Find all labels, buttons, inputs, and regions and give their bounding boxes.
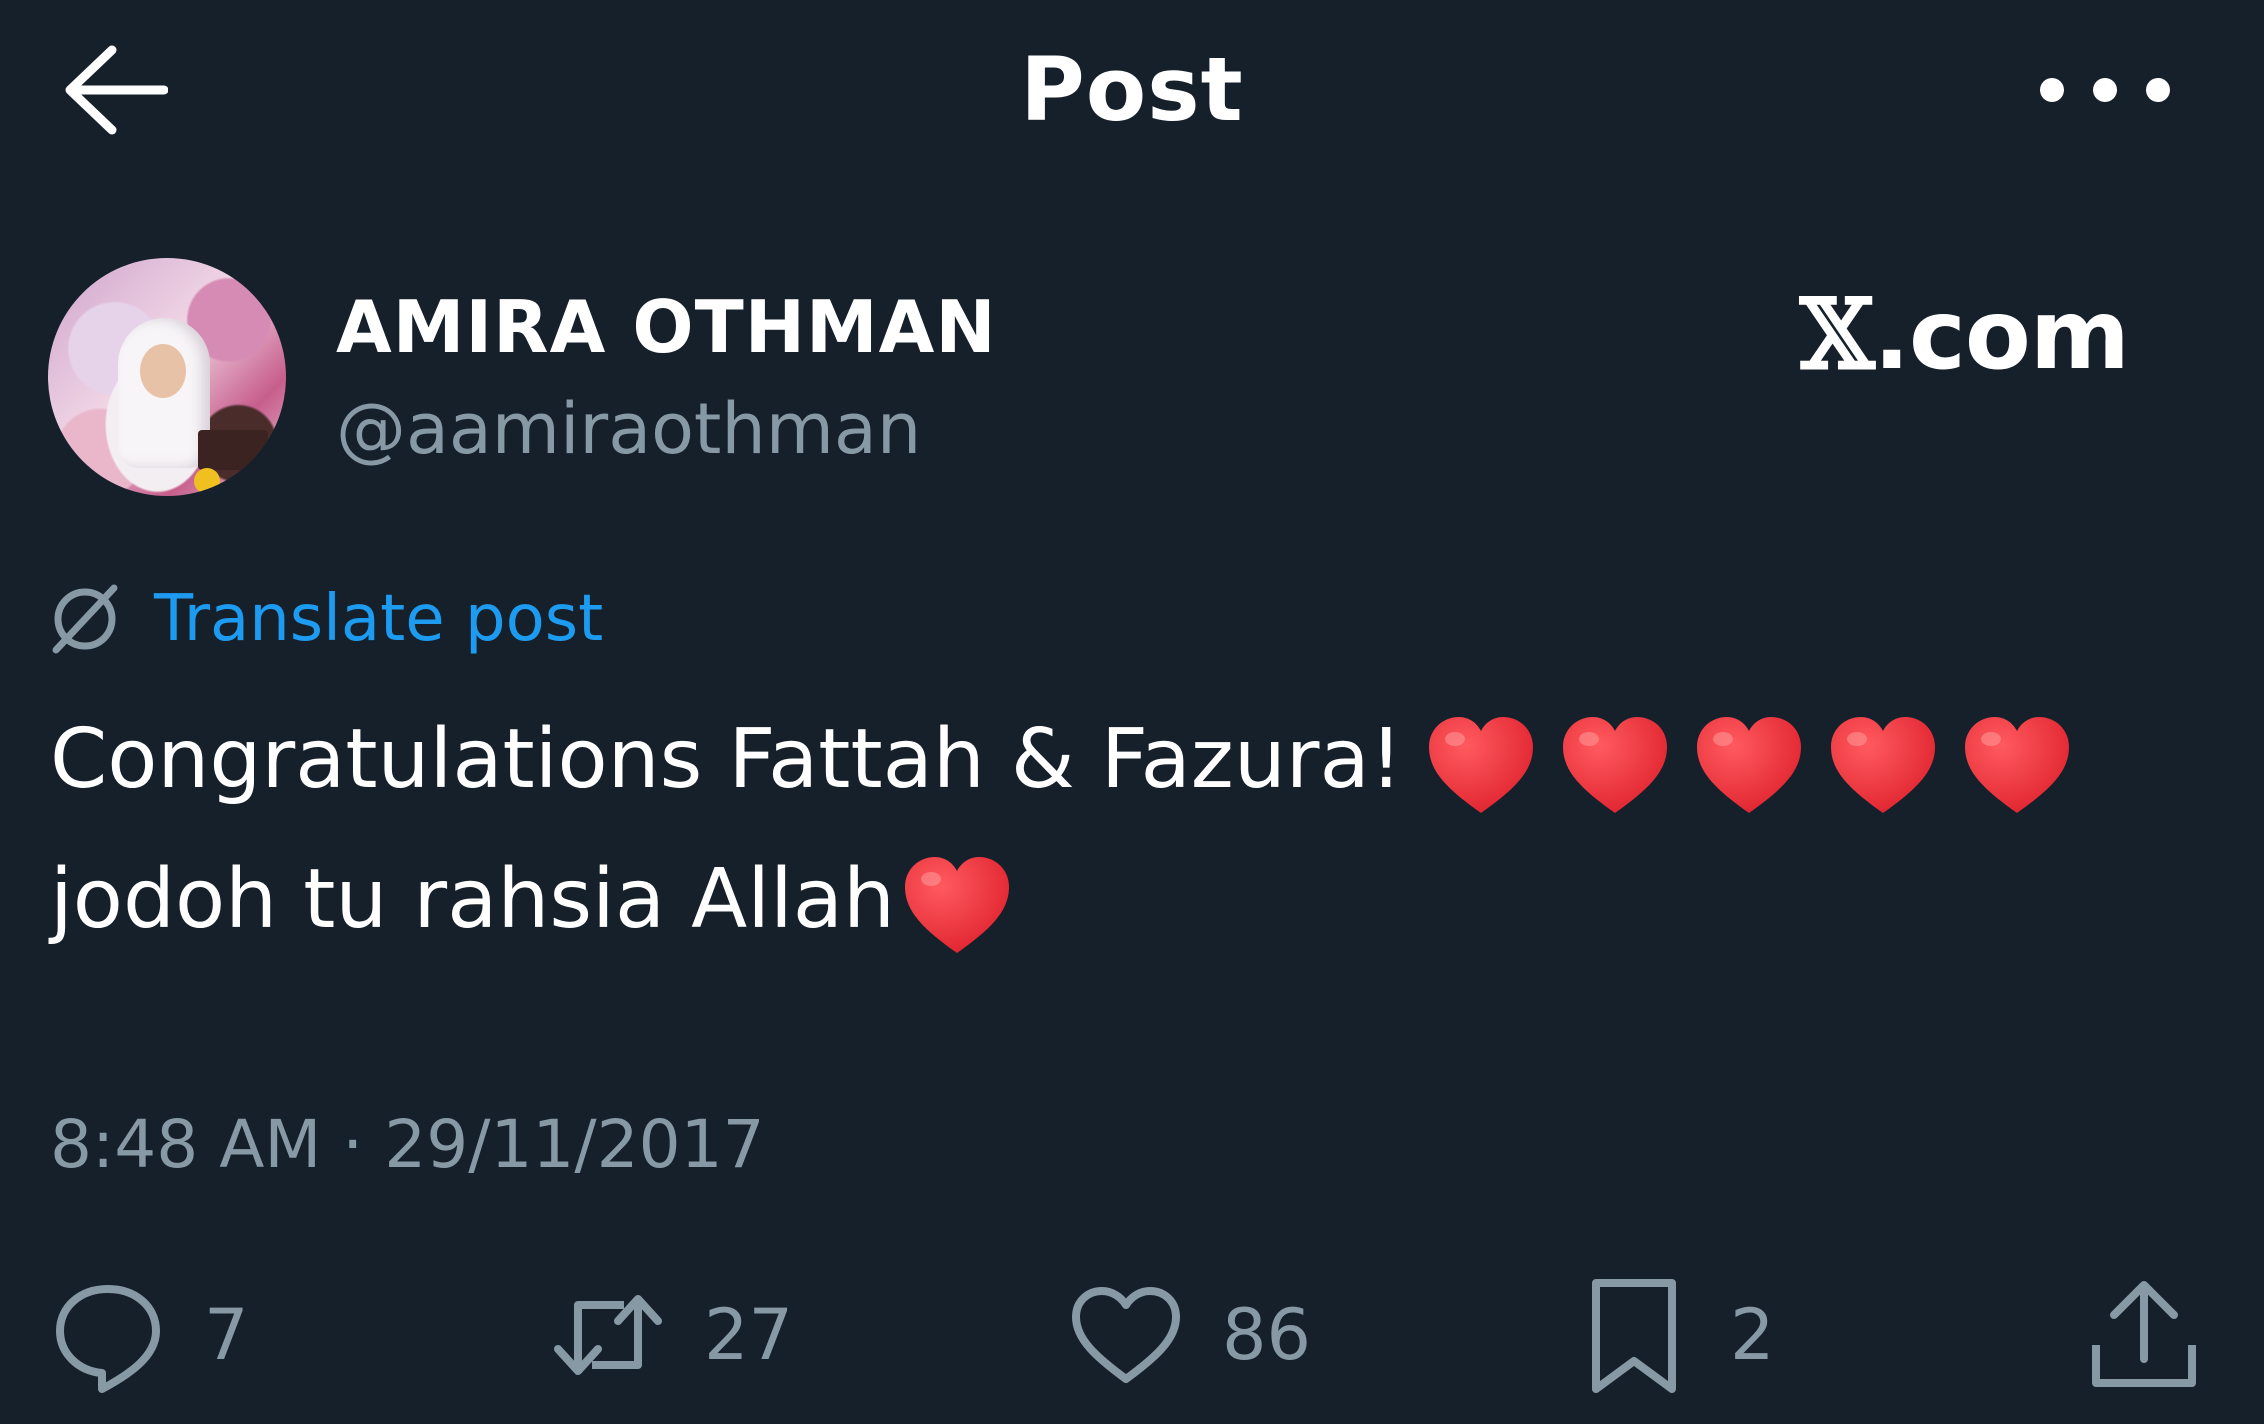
- more-horizontal-icon: [2040, 78, 2064, 102]
- translate-globe-icon: [52, 584, 118, 654]
- translate-post-label: Translate post: [154, 582, 604, 656]
- heart-emoji-group: [1403, 690, 2073, 830]
- post-timestamp[interactable]: 8:48 AM · 29/11/2017: [50, 1100, 765, 1190]
- watermark-text: .com: [1873, 279, 2129, 391]
- x-logo-icon: 𝕏: [1800, 278, 1874, 391]
- more-options-button[interactable]: [2040, 60, 2170, 120]
- tweet-line-1: Congratulations Fattah & Fazura!: [50, 690, 2230, 830]
- heart-emoji-group: [895, 830, 1013, 970]
- repost-button[interactable]: 27: [548, 1270, 793, 1400]
- tweet-line-2: jodoh tu rahsia Allah: [50, 830, 2230, 970]
- like-count: 86: [1222, 1294, 1312, 1376]
- x-com-watermark: 𝕏.com: [1800, 278, 2130, 391]
- avatar[interactable]: [48, 258, 286, 496]
- tweet-line-1-text: Congratulations Fattah & Fazura!: [50, 712, 1403, 807]
- repost-count: 27: [704, 1294, 794, 1376]
- share-button[interactable]: [2084, 1270, 2204, 1400]
- heart-outline-icon: [1072, 1287, 1180, 1383]
- bookmark-button[interactable]: 2: [1574, 1270, 1775, 1400]
- author-name[interactable]: AMIRA OTHMAN: [336, 282, 997, 372]
- page-title: Post: [1020, 38, 1244, 141]
- reply-button[interactable]: 7: [48, 1270, 249, 1400]
- red-heart-emoji: [901, 853, 1013, 957]
- repost-icon: [554, 1295, 662, 1375]
- reply-icon: [56, 1285, 160, 1393]
- share-icon: [2092, 1281, 2196, 1387]
- red-heart-emoji: [1827, 713, 1939, 817]
- tweet-text: Congratulations Fattah & Fazura! jodoh t…: [50, 690, 2230, 970]
- reply-count: 7: [204, 1294, 249, 1376]
- translate-post-link[interactable]: Translate post: [46, 574, 603, 664]
- tweet-line-2-text: jodoh tu rahsia Allah: [50, 852, 896, 947]
- author-handle[interactable]: @aamiraothman: [336, 384, 921, 474]
- red-heart-emoji: [1961, 713, 2073, 817]
- like-button[interactable]: 86: [1066, 1270, 1311, 1400]
- red-heart-emoji: [1559, 713, 1671, 817]
- bookmark-count: 2: [1730, 1294, 1775, 1376]
- bookmark-icon: [1592, 1279, 1676, 1393]
- red-heart-emoji: [1693, 713, 1805, 817]
- red-heart-emoji: [1425, 713, 1537, 817]
